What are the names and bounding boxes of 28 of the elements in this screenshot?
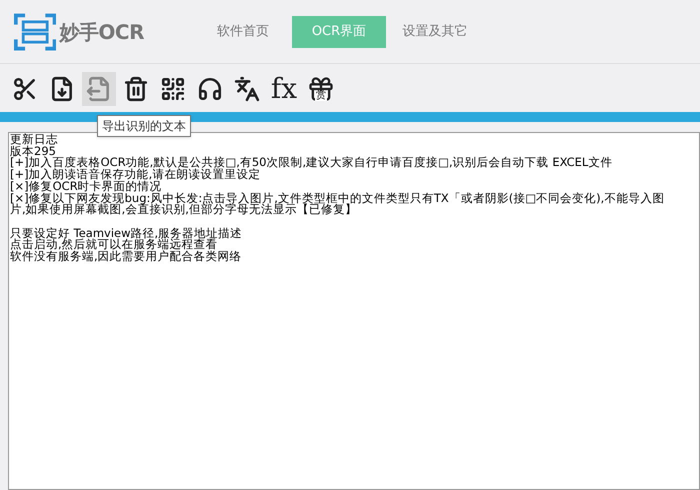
trash-icon	[123, 76, 149, 102]
text-line: 片,如果使用屏幕截图,会直接识别,但部分字母无法显示【已修复】	[10, 204, 357, 216]
text-line: 点击启动,然后就可以在服务端远程查看	[10, 239, 218, 252]
text-line: 版本295	[10, 146, 56, 158]
scissors-icon	[12, 76, 38, 102]
headphones-icon	[197, 76, 223, 102]
file-export-icon	[86, 76, 112, 102]
text-line: 更新日志	[10, 134, 58, 146]
text-line: 软件没有服务端,因此需要用户配合各类网络	[10, 251, 242, 263]
translate-icon	[234, 76, 260, 102]
file-download-icon	[49, 76, 75, 102]
nav-tab[interactable]: 软件首页	[196, 16, 290, 48]
text-line: [+]加入百度表格OCR功能,默认是公共接□,有50次限制,建议大家自行申请百度接□,识别后会自动下载 EXCEL文件	[10, 157, 612, 170]
text-line: [+]加入朗读语音保存功能,请在朗读设置里设定	[10, 169, 260, 181]
text-editor[interactable]	[8, 132, 700, 490]
text-line: [×]修复以下网友发现bug:风中长发:点击导入图片,文件类型框中的文件类型只有TX「或者阴影(接□不同会变化),不能导入图	[10, 192, 664, 204]
nav-tab[interactable]: OCR界面	[292, 16, 386, 48]
app-logo-text: 妙手OCR	[59, 18, 144, 46]
qr-code-icon	[160, 76, 186, 102]
gift-icon	[307, 75, 335, 103]
text-line: 只要设定好 Teamview路径,服务器地址描述	[10, 228, 242, 240]
logo-icon	[14, 12, 56, 52]
formula-button[interactable]: fx	[267, 72, 301, 106]
tooltip: 导出识别的文本	[97, 115, 191, 137]
toolbar-button[interactable]: 赏	[304, 72, 338, 106]
nav-tab[interactable]: 设置及其它	[388, 16, 482, 48]
reward-label: 赏	[315, 91, 327, 101]
text-line: [×]修复OCR时卡界面的情况	[10, 180, 162, 193]
